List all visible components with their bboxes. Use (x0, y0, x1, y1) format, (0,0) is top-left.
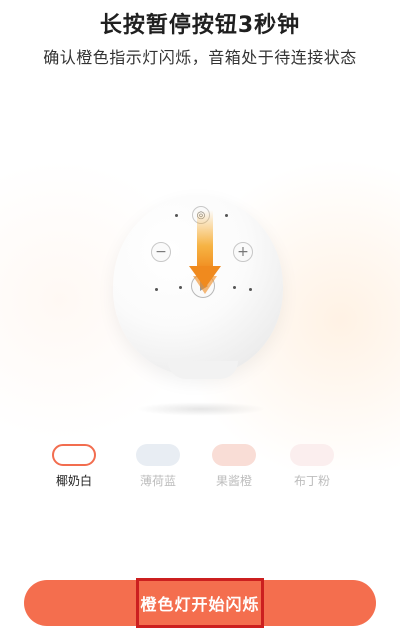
indicator-dot (155, 288, 158, 291)
color-option-pudding-pink[interactable]: 布丁粉 (286, 444, 338, 488)
indicator-dot (179, 286, 182, 289)
color-swatch (52, 444, 96, 466)
instruction-subtitle: 确认橙色指示灯闪烁，音箱处于待连接状态 (43, 48, 357, 67)
color-options: 椰奶白 薄荷蓝 果酱橙 布丁粉 (40, 444, 380, 496)
indicator-dot (175, 214, 178, 217)
page-title: 长按暂停按钮3秒钟 (99, 13, 301, 38)
highlight-outline (136, 578, 264, 628)
speaker-shadow (136, 402, 266, 416)
color-swatch (212, 444, 256, 466)
instruction-header: 长按暂停按钮3秒钟 确认橙色指示灯闪烁，音箱处于待连接状态 (0, 12, 400, 68)
color-label: 布丁粉 (293, 474, 330, 488)
indicator-dot (249, 288, 252, 291)
color-option-mint-blue[interactable]: 薄荷蓝 (132, 444, 184, 488)
speaker-body: ◎ − + (113, 196, 283, 379)
speaker-illustration: ◎ − + (108, 196, 288, 416)
speaker-base (168, 361, 238, 379)
color-swatch (290, 444, 334, 466)
indicator-dot (225, 214, 228, 217)
color-option-jam-orange[interactable]: 果酱橙 (208, 444, 260, 488)
indicator-dot (233, 286, 236, 289)
volume-up-icon: + (233, 242, 253, 262)
color-option-coconut-white[interactable]: 椰奶白 (48, 444, 100, 488)
color-label: 椰奶白 (55, 474, 92, 488)
color-swatch (136, 444, 180, 466)
volume-down-icon: − (151, 242, 171, 262)
color-label: 果酱橙 (215, 474, 252, 488)
press-down-arrow-icon (189, 210, 221, 294)
color-label: 薄荷蓝 (139, 474, 176, 488)
